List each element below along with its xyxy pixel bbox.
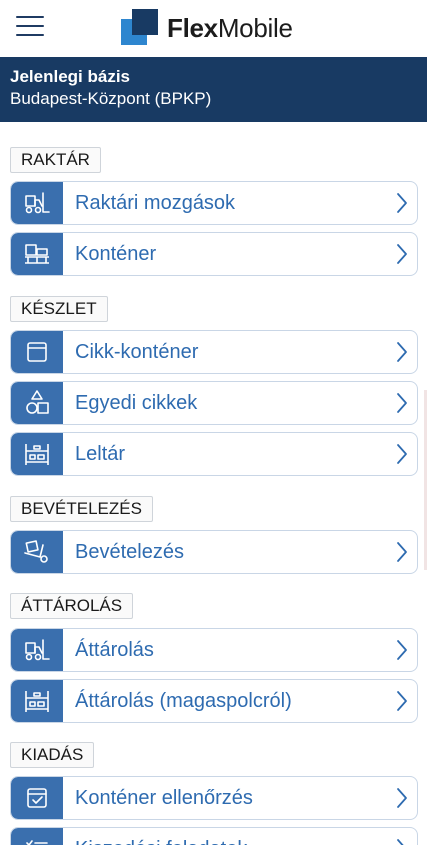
section-label-raktar: RAKTÁR (10, 147, 101, 173)
shelf-icon (11, 433, 63, 475)
menu-item-label: Áttárolás (75, 639, 154, 661)
chevron-right-icon (397, 640, 407, 660)
menu-item-label: Egyedi cikkek (75, 392, 198, 414)
chevron-right-icon (397, 342, 407, 362)
menu-item-label: Áttárolás (magaspolcról) (75, 690, 292, 712)
forklift-icon (11, 182, 63, 224)
menu-item-leltar[interactable]: Leltár (10, 432, 418, 476)
menu-item-kontener[interactable]: Konténer (10, 232, 418, 276)
menu-item-label: Kiszedési feladatok (75, 828, 247, 845)
pallet-boxes-icon (11, 233, 63, 275)
logo-mark-icon (121, 9, 161, 47)
chevron-right-icon (397, 788, 407, 808)
chevron-right-icon (397, 691, 407, 711)
high-shelf-icon (11, 680, 63, 722)
top-bar: FlexMobile (0, 0, 427, 56)
menu-item-raktari-mozgasok[interactable]: Raktári mozgások (10, 181, 418, 225)
menu-item-label: Raktári mozgások (75, 192, 236, 214)
box-icon (11, 331, 63, 373)
menu-item-egyedi-cikkek[interactable]: Egyedi cikkek (10, 381, 418, 425)
menu-item-kontener-ellenorzes[interactable]: Konténer ellenőrzés (10, 776, 418, 820)
menu-item-attarolas-magaspolcrol[interactable]: Áttárolás (magaspolcról) (10, 679, 418, 723)
box-check-icon (11, 777, 63, 819)
current-base-panel: Jelenlegi bázis Budapest-Központ (BPKP) (0, 57, 427, 122)
menu-item-label: Bevételezés (75, 541, 184, 563)
menu-item-label: Cikk-konténer (75, 341, 199, 363)
section-label-bevetelezes: BEVÉTELEZÉS (10, 496, 153, 522)
current-base-title: Jelenlegi bázis (10, 67, 130, 86)
section-label-attarolas: ÁTTÁROLÁS (10, 593, 134, 619)
forklift-icon (11, 629, 63, 671)
menu-item-label: Leltár (75, 443, 126, 465)
chevron-right-icon (397, 244, 407, 264)
menu-item-attarolas[interactable]: Áttárolás (10, 628, 418, 672)
menu-item-kiszedesi-feladatok[interactable]: Kiszedési feladatok (10, 827, 418, 845)
hand-truck-icon (11, 531, 63, 573)
chevron-right-icon (397, 839, 404, 845)
checklist-icon (11, 828, 63, 845)
shapes-icon (11, 382, 63, 424)
menu-item-label: Konténer (75, 243, 157, 265)
menu-item-cikk-kontener[interactable]: Cikk-konténer (10, 330, 418, 374)
menu-item-label: Konténer ellenőrzés (75, 787, 253, 809)
chevron-right-icon (397, 542, 407, 562)
section-label-keszlet: KÉSZLET (10, 296, 108, 322)
logo-text: FlexMobile (167, 12, 293, 43)
chevron-right-icon (397, 193, 407, 213)
menu-item-bevetelezes[interactable]: Bevételezés (10, 530, 418, 574)
app-logo: FlexMobile (121, 8, 293, 48)
section-label-kiadas: KIADÁS (10, 742, 95, 768)
chevron-right-icon (397, 393, 407, 413)
menu-content: RAKTÁR Raktári mozgások Konténer KÉSZLET (0, 122, 427, 845)
hamburger-menu-icon[interactable] (16, 14, 44, 38)
current-base-value: Budapest-Központ (BPKP) (10, 89, 212, 108)
chevron-right-icon (397, 444, 407, 464)
